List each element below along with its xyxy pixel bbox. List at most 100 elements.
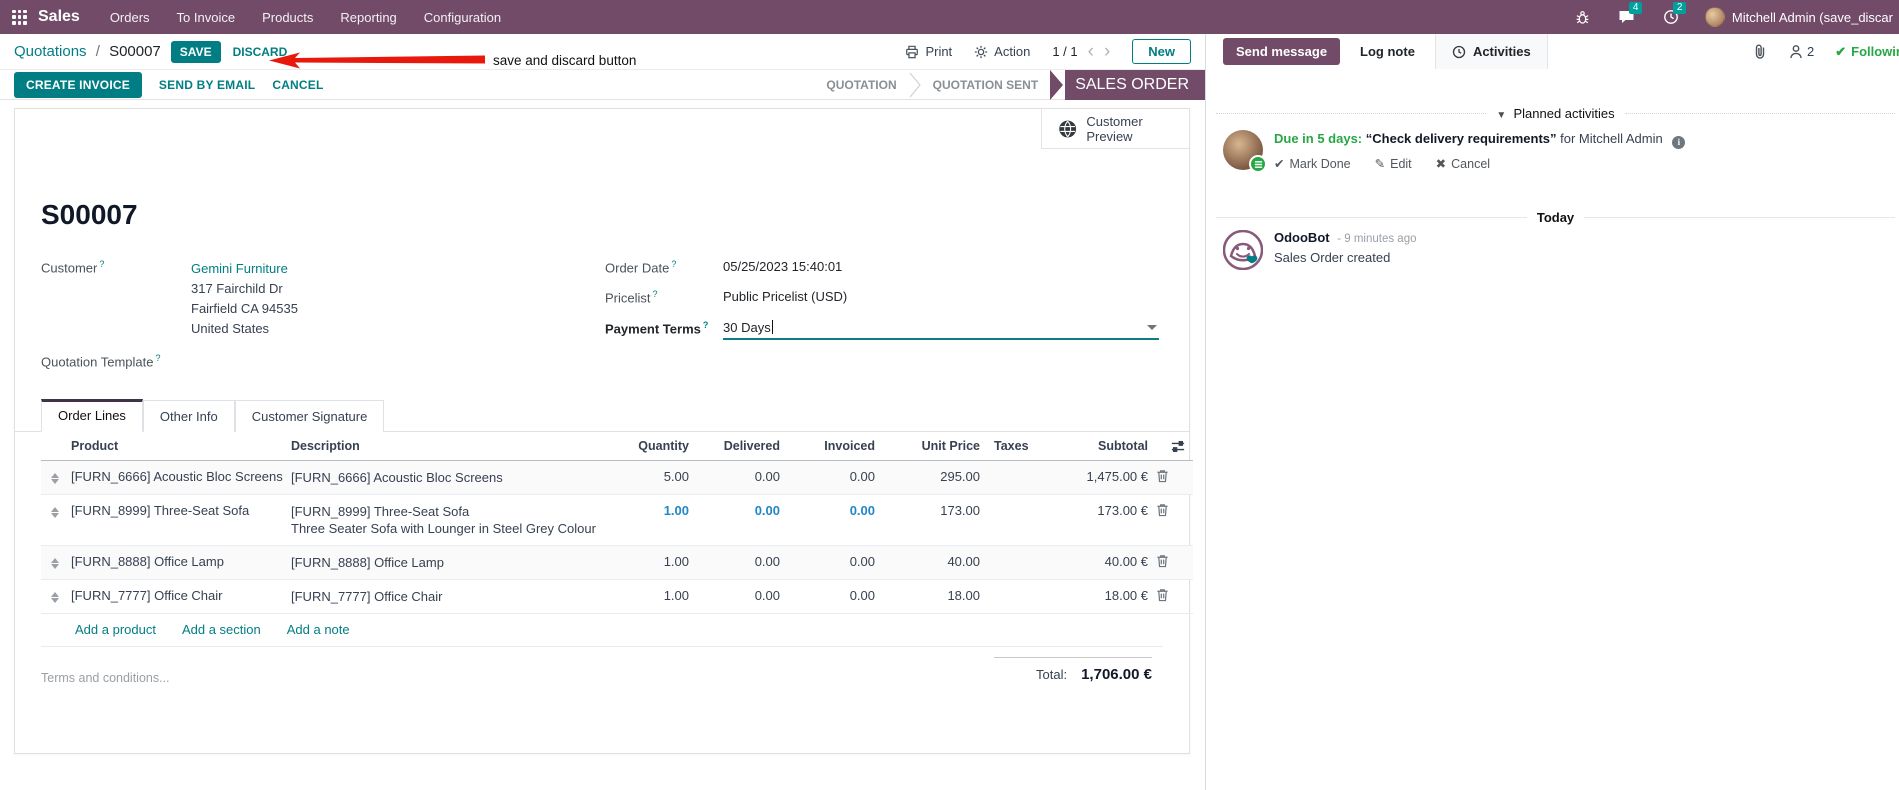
payment-terms-input[interactable]: 30 Days xyxy=(723,319,1159,340)
app-name[interactable]: Sales xyxy=(38,8,80,26)
action-button[interactable]: Action xyxy=(974,44,1030,59)
cell-taxes[interactable] xyxy=(988,494,1056,546)
cell-quantity[interactable]: 5.00 xyxy=(621,460,697,495)
optional-columns-icon[interactable] xyxy=(1156,432,1193,461)
menu-configuration[interactable]: Configuration xyxy=(424,10,501,25)
user-menu[interactable]: Mitchell Admin (save_discar xyxy=(1704,7,1893,27)
edit-activity-button[interactable]: ✎ Edit xyxy=(1375,155,1412,173)
followers-button[interactable]: 2 xyxy=(1789,44,1814,59)
product-column-header[interactable]: Product xyxy=(71,432,291,461)
tab-customer-signature[interactable]: Customer Signature xyxy=(234,400,385,432)
cell-taxes[interactable] xyxy=(988,460,1056,495)
debug-bug-icon[interactable] xyxy=(1573,7,1593,27)
taxes-column-header[interactable]: Taxes xyxy=(988,432,1056,461)
drag-handle-icon[interactable] xyxy=(41,460,71,495)
cell-quantity[interactable]: 1.00 xyxy=(621,579,697,614)
menu-to-invoice[interactable]: To Invoice xyxy=(177,10,236,25)
cell-product[interactable]: [FURN_7777] Office Chair xyxy=(71,579,291,614)
attachment-paperclip-icon[interactable] xyxy=(1752,43,1768,60)
cell-subtotal[interactable]: 1,475.00 € xyxy=(1056,460,1156,495)
mark-done-button[interactable]: ✔ Mark Done xyxy=(1274,155,1351,173)
send-message-button[interactable]: Send message xyxy=(1223,38,1341,65)
description-column-header[interactable]: Description xyxy=(291,432,621,461)
pricelist-value[interactable]: Public Pricelist (USD) xyxy=(723,289,847,304)
cell-product[interactable]: [FURN_8888] Office Lamp xyxy=(71,545,291,580)
drag-handle-icon[interactable] xyxy=(41,545,71,580)
chevron-down-icon[interactable] xyxy=(1147,324,1157,330)
drag-handle-icon[interactable] xyxy=(41,579,71,614)
delete-line-icon[interactable] xyxy=(1156,469,1191,483)
cell-invoiced[interactable]: 0.00 xyxy=(788,579,883,614)
pager-prev-icon[interactable]: ‹ xyxy=(1088,42,1094,61)
activities-button[interactable]: Activities xyxy=(1434,34,1548,69)
cell-delivered[interactable]: 0.00 xyxy=(697,579,788,614)
cell-taxes[interactable] xyxy=(988,579,1056,614)
cancel-activity-button[interactable]: ✖ Cancel xyxy=(1436,155,1490,173)
following-button[interactable]: ✔ Following xyxy=(1835,44,1899,60)
cancel-button[interactable]: CANCEL xyxy=(272,78,323,92)
activities-clock-icon[interactable]: 2 xyxy=(1661,2,1687,27)
send-by-email-button[interactable]: SEND BY EMAIL xyxy=(159,78,255,92)
info-icon[interactable]: i xyxy=(1672,135,1686,149)
tab-other-info[interactable]: Other Info xyxy=(142,400,235,432)
messages-icon[interactable]: 4 xyxy=(1617,2,1643,27)
cell-product[interactable]: [FURN_8999] Three-Seat Sofa xyxy=(71,494,291,546)
add-a-product-link[interactable]: Add a product xyxy=(75,622,156,637)
cell-invoiced[interactable]: 0.00 xyxy=(788,460,883,495)
terms-and-conditions-placeholder[interactable]: Terms and conditions... xyxy=(41,671,170,685)
step-quotation-sent[interactable]: QUOTATION SENT xyxy=(921,78,1051,92)
add-a-note-link[interactable]: Add a note xyxy=(287,622,350,637)
breadcrumb-quotations-link[interactable]: Quotations xyxy=(14,43,87,60)
cell-unit-price[interactable]: 40.00 xyxy=(883,545,988,580)
cell-product[interactable]: [FURN_6666] Acoustic Bloc Screens xyxy=(71,460,291,495)
planned-activities-header[interactable]: ▼ Planned activities xyxy=(1216,106,1895,121)
step-sales-order[interactable]: SALES ORDER xyxy=(1065,70,1205,100)
quotation-template-field[interactable]: Quotation Template? xyxy=(41,353,561,369)
cell-description[interactable]: [FURN_8888] Office Lamp xyxy=(291,545,621,580)
order-date-value[interactable]: 05/25/2023 15:40:01 xyxy=(723,259,842,274)
help-icon: ? xyxy=(99,259,105,269)
cell-subtotal[interactable]: 173.00 € xyxy=(1056,494,1156,546)
cell-invoiced[interactable]: 0.00 xyxy=(788,545,883,580)
cell-delivered[interactable]: 0.00 xyxy=(697,494,788,546)
drag-handle-icon[interactable] xyxy=(41,494,71,546)
apps-menu-icon[interactable] xyxy=(12,9,27,25)
cell-description[interactable]: [FURN_7777] Office Chair xyxy=(291,579,621,614)
create-invoice-button[interactable]: CREATE INVOICE xyxy=(14,71,142,98)
print-button[interactable]: Print xyxy=(905,44,952,59)
cell-delivered[interactable]: 0.00 xyxy=(697,460,788,495)
cell-unit-price[interactable]: 173.00 xyxy=(883,494,988,546)
cell-invoiced[interactable]: 0.00 xyxy=(788,494,883,546)
subtotal-column-header[interactable]: Subtotal xyxy=(1056,432,1156,461)
customer-preview-button[interactable]: Customer Preview xyxy=(1041,109,1189,149)
invoiced-column-header[interactable]: Invoiced xyxy=(788,432,883,461)
cell-taxes[interactable] xyxy=(988,545,1056,580)
step-quotation[interactable]: QUOTATION xyxy=(814,78,908,92)
save-button[interactable]: SAVE xyxy=(170,40,221,63)
cell-quantity[interactable]: 1.00 xyxy=(621,545,697,580)
cell-delivered[interactable]: 0.00 xyxy=(697,545,788,580)
cell-subtotal[interactable]: 40.00 € xyxy=(1056,545,1156,580)
log-note-button[interactable]: Log note xyxy=(1360,44,1415,59)
cell-description[interactable]: [FURN_8999] Three-Seat Sofa Three Seater … xyxy=(291,494,621,546)
cell-unit-price[interactable]: 18.00 xyxy=(883,579,988,614)
customer-name-link[interactable]: Gemini Furniture xyxy=(191,259,298,279)
cell-quantity[interactable]: 1.00 xyxy=(621,494,697,546)
unit-price-column-header[interactable]: Unit Price xyxy=(883,432,988,461)
new-button[interactable]: New xyxy=(1132,39,1191,64)
add-a-section-link[interactable]: Add a section xyxy=(182,622,261,637)
tab-order-lines[interactable]: Order Lines xyxy=(41,399,143,432)
message-author[interactable]: OdooBot xyxy=(1274,230,1330,245)
menu-products[interactable]: Products xyxy=(262,10,313,25)
cell-unit-price[interactable]: 295.00 xyxy=(883,460,988,495)
delete-line-icon[interactable] xyxy=(1156,588,1191,602)
menu-reporting[interactable]: Reporting xyxy=(340,10,396,25)
menu-orders[interactable]: Orders xyxy=(110,10,150,25)
delivered-column-header[interactable]: Delivered xyxy=(697,432,788,461)
quantity-column-header[interactable]: Quantity xyxy=(621,432,697,461)
pager-next-icon[interactable]: › xyxy=(1104,42,1110,61)
delete-line-icon[interactable] xyxy=(1156,503,1191,517)
cell-description[interactable]: [FURN_6666] Acoustic Bloc Screens xyxy=(291,460,621,495)
delete-line-icon[interactable] xyxy=(1156,554,1191,568)
cell-subtotal[interactable]: 18.00 € xyxy=(1056,579,1156,614)
